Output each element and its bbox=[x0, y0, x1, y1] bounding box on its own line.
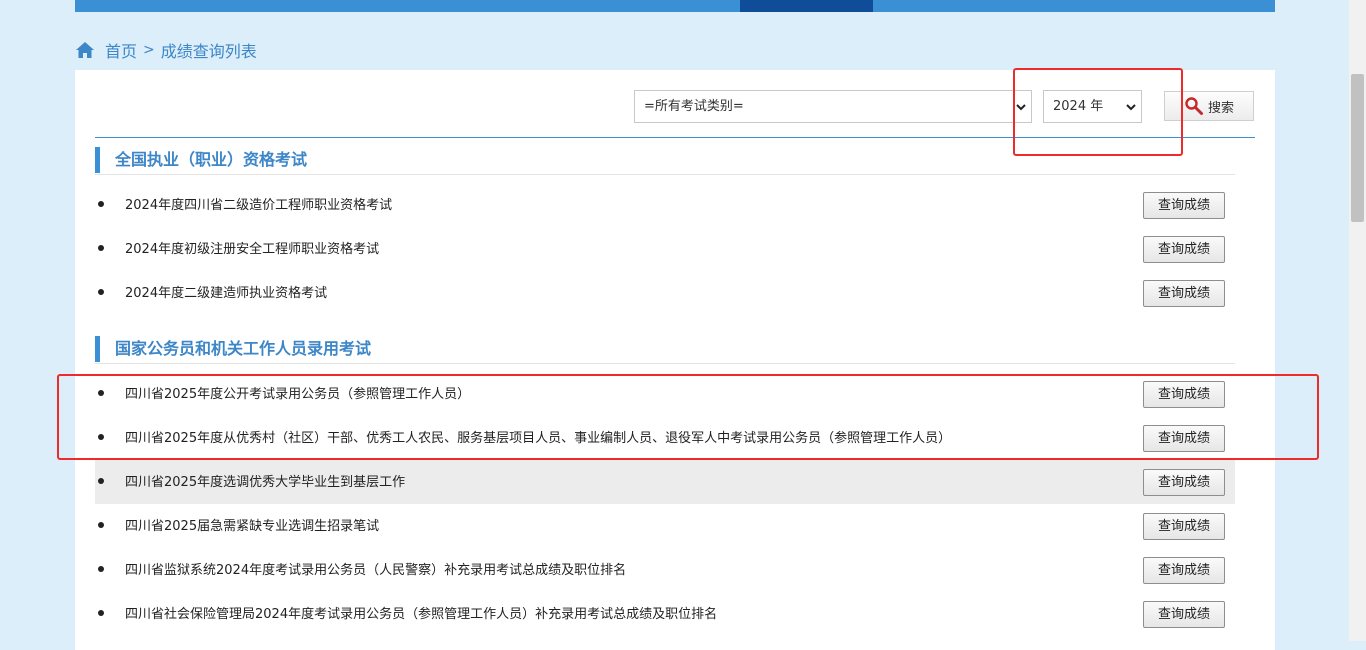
query-score-button[interactable]: 查询成绩 bbox=[1143, 601, 1225, 628]
breadcrumb-current: 成绩查询列表 bbox=[160, 42, 257, 61]
magnifier-icon bbox=[1185, 97, 1203, 115]
query-score-button[interactable]: 查询成绩 bbox=[1143, 192, 1225, 219]
list-item: 四川省社会保险管理局2024年度考试录用公务员（参照管理工作人员）补充录用考试总… bbox=[95, 592, 1235, 636]
query-score-button[interactable]: 查询成绩 bbox=[1143, 557, 1225, 584]
search-button-label: 搜索 bbox=[1207, 100, 1234, 116]
exam-title: 2024年度二级建造师执业资格考试 bbox=[125, 286, 328, 301]
list-item: 四川省2025年度选调优秀大学毕业生到基层工作 查询成绩 bbox=[95, 460, 1235, 504]
scrollbar-thumb[interactable] bbox=[1351, 74, 1364, 222]
query-score-button[interactable]: 查询成绩 bbox=[1143, 469, 1225, 496]
top-nav-active-item[interactable] bbox=[740, 0, 873, 12]
content-panel: =所有考试类别= 2024 年 搜索 全国执业（职业）资格考试 2024年度四川… bbox=[75, 70, 1275, 650]
query-score-button[interactable]: 查询成绩 bbox=[1143, 280, 1225, 307]
exam-title: 四川省2025年度选调优秀大学毕业生到基层工作 bbox=[125, 475, 406, 490]
breadcrumb-home-link[interactable]: 首页 bbox=[105, 38, 137, 62]
breadcrumb-separator: > bbox=[143, 42, 155, 58]
section-divider bbox=[95, 363, 1235, 364]
section-title: 国家公务员和机关工作人员录用考试 bbox=[95, 336, 371, 362]
top-nav-bar bbox=[75, 0, 1275, 12]
section-divider bbox=[95, 174, 1235, 175]
annotation-box-items bbox=[57, 374, 1319, 460]
bullet-icon bbox=[98, 610, 104, 616]
exam-title: 四川省监狱系统2024年度考试录用公务员（人民警察）补充录用考试总成绩及职位排名 bbox=[125, 563, 627, 578]
bullet-icon bbox=[98, 566, 104, 572]
list-item: 2024年度四川省二级造价工程师职业资格考试 查询成绩 bbox=[95, 183, 1235, 227]
exam-title: 2024年度四川省二级造价工程师职业资格考试 bbox=[125, 198, 393, 213]
query-score-button[interactable]: 查询成绩 bbox=[1143, 236, 1225, 263]
annotation-box-year bbox=[1013, 68, 1183, 156]
exam-title: 四川省2025届急需紧缺专业选调生招录笔试 bbox=[125, 519, 380, 534]
page-scrollbar[interactable] bbox=[1349, 0, 1366, 641]
exam-title: 四川省社会保险管理局2024年度考试录用公务员（参照管理工作人员）补充录用考试总… bbox=[125, 607, 718, 622]
section-title: 全国执业（职业）资格考试 bbox=[95, 147, 307, 173]
bullet-icon bbox=[98, 201, 104, 207]
exam-title: 2024年度初级注册安全工程师职业资格考试 bbox=[125, 242, 380, 257]
home-icon bbox=[76, 42, 94, 58]
list-item: 2024年度二级建造师执业资格考试 查询成绩 bbox=[95, 271, 1235, 315]
bullet-icon bbox=[98, 289, 104, 295]
breadcrumb: 首页 > 成绩查询列表 bbox=[75, 38, 257, 62]
list-item: 2024年度初级注册安全工程师职业资格考试 查询成绩 bbox=[95, 227, 1235, 271]
bullet-icon bbox=[98, 478, 104, 484]
exam-type-value: =所有考试类别= bbox=[644, 99, 744, 114]
exam-type-select[interactable]: =所有考试类别= bbox=[634, 90, 1032, 123]
list-item: 四川省2025届急需紧缺专业选调生招录笔试 查询成绩 bbox=[95, 504, 1235, 548]
query-score-button[interactable]: 查询成绩 bbox=[1143, 513, 1225, 540]
bullet-icon bbox=[98, 522, 104, 528]
bullet-icon bbox=[98, 245, 104, 251]
list-item: 四川省监狱系统2024年度考试录用公务员（人民警察）补充录用考试总成绩及职位排名… bbox=[95, 548, 1235, 592]
